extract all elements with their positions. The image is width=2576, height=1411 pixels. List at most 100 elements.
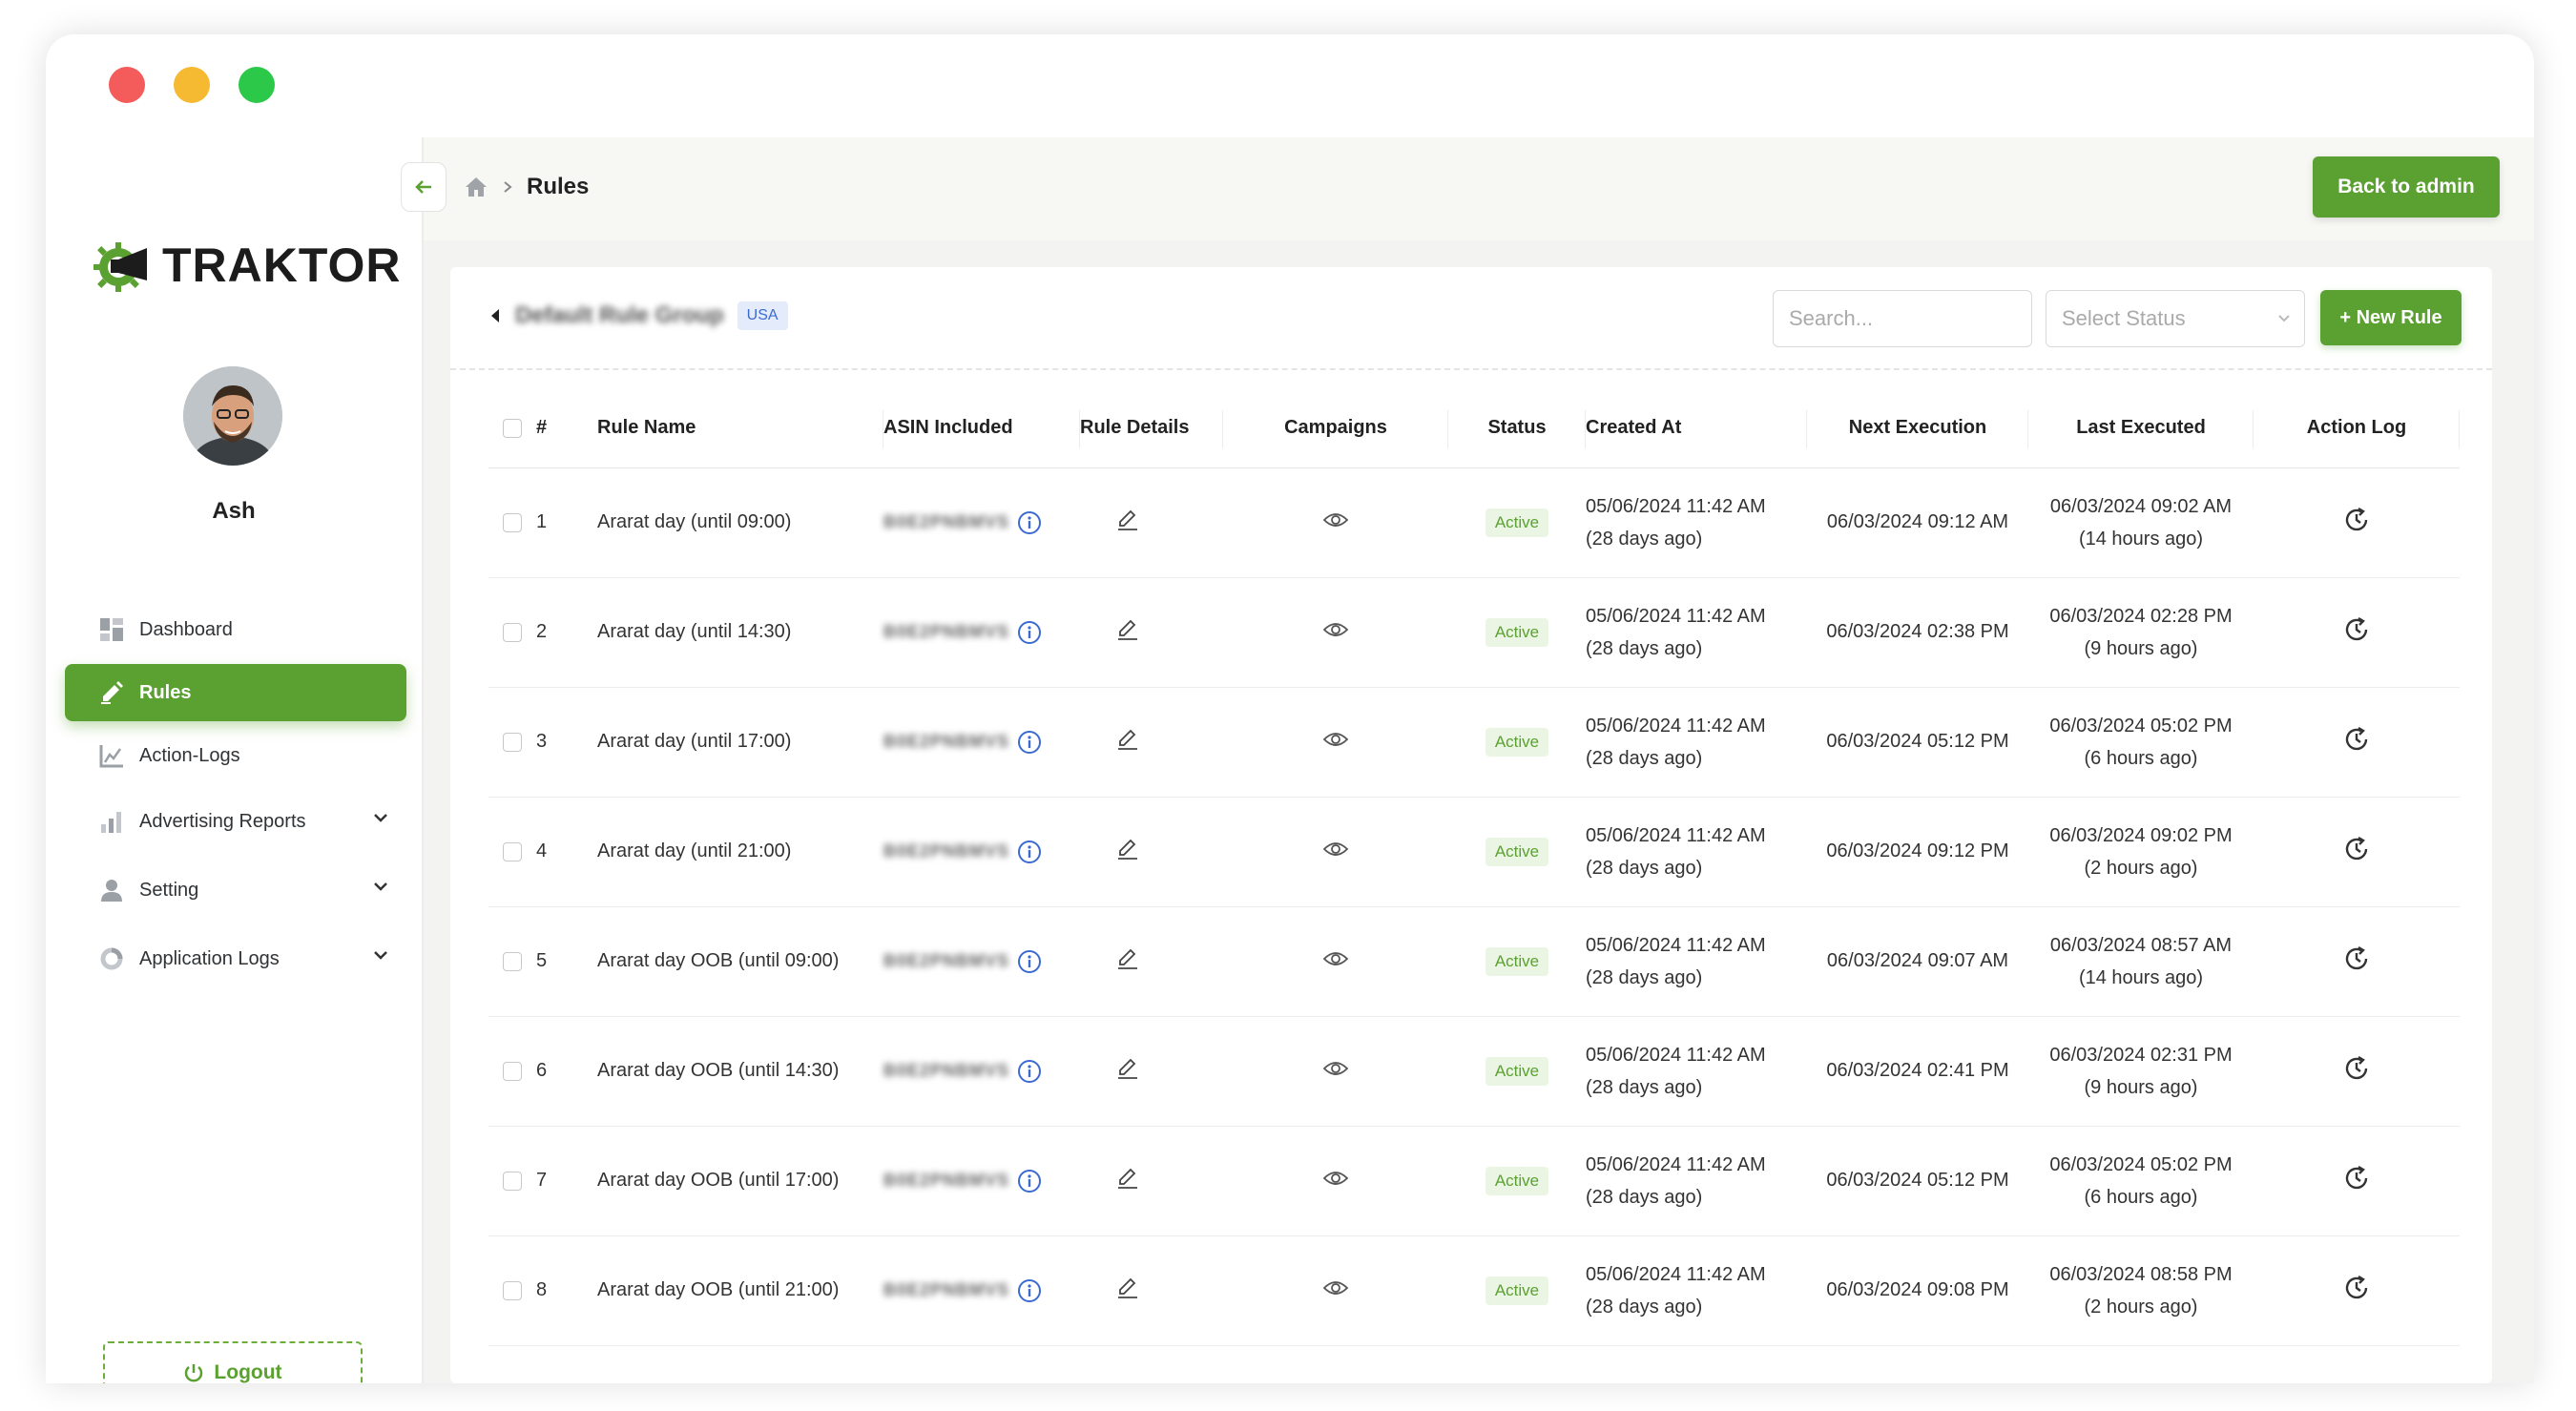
col-header-status[interactable]: Status (1448, 389, 1586, 468)
action-log-button[interactable] (2342, 944, 2371, 973)
sidebar-item-setting[interactable]: Setting (65, 859, 406, 922)
view-campaigns-button[interactable] (1322, 949, 1349, 968)
info-icon[interactable] (1017, 620, 1042, 645)
action-log-button[interactable] (2342, 1164, 2371, 1193)
row-checkbox[interactable] (503, 841, 522, 861)
info-icon[interactable] (1017, 1059, 1042, 1084)
minimize-window-button[interactable] (174, 67, 210, 103)
rule-name[interactable]: Ararat day (until 21:00) (597, 797, 883, 907)
user-name: Ash (212, 498, 256, 524)
edit-rule-button[interactable] (1116, 508, 1139, 531)
col-header-next-execution[interactable]: Next Execution (1807, 389, 2028, 468)
rule-name[interactable]: Ararat day (until 17:00) (597, 687, 883, 798)
edit-rule-button[interactable] (1116, 618, 1139, 641)
rule-name[interactable]: Ararat day OOB (until 14:30) (597, 1016, 883, 1127)
created-at-relative: (28 days ago) (1586, 637, 1703, 659)
avatar[interactable] (183, 366, 282, 466)
view-campaigns-button[interactable] (1322, 620, 1349, 639)
view-campaigns-button[interactable] (1322, 1059, 1349, 1078)
view-campaigns-button[interactable] (1322, 730, 1349, 749)
sidebar-item-advertising-reports[interactable]: Advertising Reports (65, 790, 406, 853)
brand-logo[interactable]: TRAKTOR (90, 233, 402, 298)
col-header-asin[interactable]: ASIN Included (883, 389, 1080, 468)
view-campaigns-button[interactable] (1322, 840, 1349, 859)
col-header-rule-name[interactable]: Rule Name (597, 389, 883, 468)
search-input[interactable] (1773, 290, 2032, 347)
view-campaigns-button[interactable] (1322, 1169, 1349, 1188)
info-icon[interactable] (1017, 1278, 1042, 1303)
table-row[interactable]: 2 Ararat day (until 14:30) B0E2PNBMVS Ac… (488, 577, 2460, 688)
row-checkbox[interactable] (503, 1280, 522, 1300)
pencil-icon (1118, 948, 1137, 969)
table-row[interactable]: 4 Ararat day (until 21:00) B0E2PNBMVS Ac… (488, 797, 2460, 907)
back-to-admin-button[interactable]: Back to admin (2313, 156, 2500, 218)
info-icon[interactable] (1017, 840, 1042, 864)
collapse-sidebar-button[interactable] (401, 162, 447, 212)
table-row[interactable]: 7 Ararat day OOB (until 17:00) B0E2PNBMV… (488, 1126, 2460, 1236)
next-execution: 06/03/2024 05:12 PM (1807, 1126, 2028, 1236)
col-header-campaigns[interactable]: Campaigns (1223, 389, 1448, 468)
sidebar-item-action-logs[interactable]: Action-Logs (65, 727, 406, 784)
col-header-number[interactable]: # (536, 389, 597, 468)
action-log-button[interactable] (2342, 506, 2371, 534)
rule-name[interactable]: Ararat day (until 14:30) (597, 577, 883, 688)
created-at-date: 05/06/2024 11:42 AM (1586, 715, 1766, 737)
view-campaigns-button[interactable] (1322, 510, 1349, 529)
close-window-button[interactable] (109, 67, 145, 103)
rule-name[interactable]: Ararat day OOB (until 21:00) (597, 1235, 883, 1346)
status-select[interactable]: Select Status (2046, 290, 2305, 347)
col-header-action-log[interactable]: Action Log (2254, 389, 2460, 468)
table-row[interactable]: 1 Ararat day (until 09:00) B0E2PNBMVS Ac… (488, 467, 2460, 578)
action-log-button[interactable] (2342, 1274, 2371, 1302)
table-row[interactable]: 5 Ararat day OOB (until 09:00) B0E2PNBMV… (488, 906, 2460, 1017)
action-log-button[interactable] (2342, 1054, 2371, 1083)
home-icon[interactable] (464, 176, 488, 198)
info-icon[interactable] (1017, 730, 1042, 755)
action-log-button[interactable] (2342, 835, 2371, 863)
info-icon[interactable] (1017, 1169, 1042, 1193)
sidebar-item-rules[interactable]: Rules (65, 664, 406, 721)
col-header-rule-details[interactable]: Rule Details (1080, 389, 1223, 468)
edit-rule-button[interactable] (1116, 838, 1139, 861)
info-icon[interactable] (1017, 510, 1042, 535)
status-cell: Active (1448, 1126, 1586, 1236)
table-row[interactable]: 6 Ararat day OOB (until 14:30) B0E2PNBMV… (488, 1016, 2460, 1127)
table-row[interactable]: 3 Ararat day (until 17:00) B0E2PNBMVS Ac… (488, 687, 2460, 798)
view-campaigns-button[interactable] (1322, 1278, 1349, 1297)
info-icon[interactable] (1017, 949, 1042, 974)
edit-rule-button[interactable] (1116, 1276, 1139, 1299)
status-cell: Active (1448, 577, 1586, 688)
edit-rule-button[interactable] (1116, 728, 1139, 751)
maximize-window-button[interactable] (239, 67, 275, 103)
edit-rule-button[interactable] (1116, 947, 1139, 970)
created-at-date: 05/06/2024 11:42 AM (1586, 1263, 1766, 1285)
row-checkbox[interactable] (503, 1061, 522, 1081)
table-row[interactable]: 8 Ararat day OOB (until 21:00) B0E2PNBMV… (488, 1235, 2460, 1346)
row-checkbox[interactable] (503, 512, 522, 532)
status-badge: Active (1485, 1276, 1549, 1305)
new-rule-button[interactable]: + New Rule (2320, 290, 2462, 345)
asin-value: B0E2PNBMVS (883, 841, 1010, 861)
row-checkbox[interactable] (503, 1171, 522, 1191)
row-checkbox[interactable] (503, 732, 522, 752)
rule-group-title[interactable]: Default Rule Group USA (488, 301, 788, 330)
col-header-last-executed[interactable]: Last Executed (2028, 389, 2254, 468)
col-header-created-at[interactable]: Created At (1586, 389, 1807, 468)
row-checkbox[interactable] (503, 622, 522, 642)
asin-cell: B0E2PNBMVS (883, 906, 1080, 1017)
sidebar-item-application-logs[interactable]: Application Logs (65, 927, 406, 990)
rule-name[interactable]: Ararat day OOB (until 09:00) (597, 906, 883, 1017)
edit-rule-button[interactable] (1116, 1167, 1139, 1190)
rule-name[interactable]: Ararat day OOB (until 17:00) (597, 1126, 883, 1236)
select-all-checkbox[interactable] (503, 418, 522, 438)
select-all-cell (488, 389, 536, 468)
edit-rule-button[interactable] (1116, 1057, 1139, 1080)
rule-name[interactable]: Ararat day (until 09:00) (597, 467, 883, 578)
col-header-label: Campaigns (1284, 417, 1387, 439)
logout-button[interactable]: Logout (103, 1341, 363, 1383)
action-log-button[interactable] (2342, 615, 2371, 644)
action-log-button[interactable] (2342, 725, 2371, 754)
row-checkbox[interactable] (503, 951, 522, 971)
created-at-cell: 05/06/2024 11:42 AM (28 days ago) (1586, 687, 1807, 798)
sidebar-item-dashboard[interactable]: Dashboard (65, 601, 406, 658)
